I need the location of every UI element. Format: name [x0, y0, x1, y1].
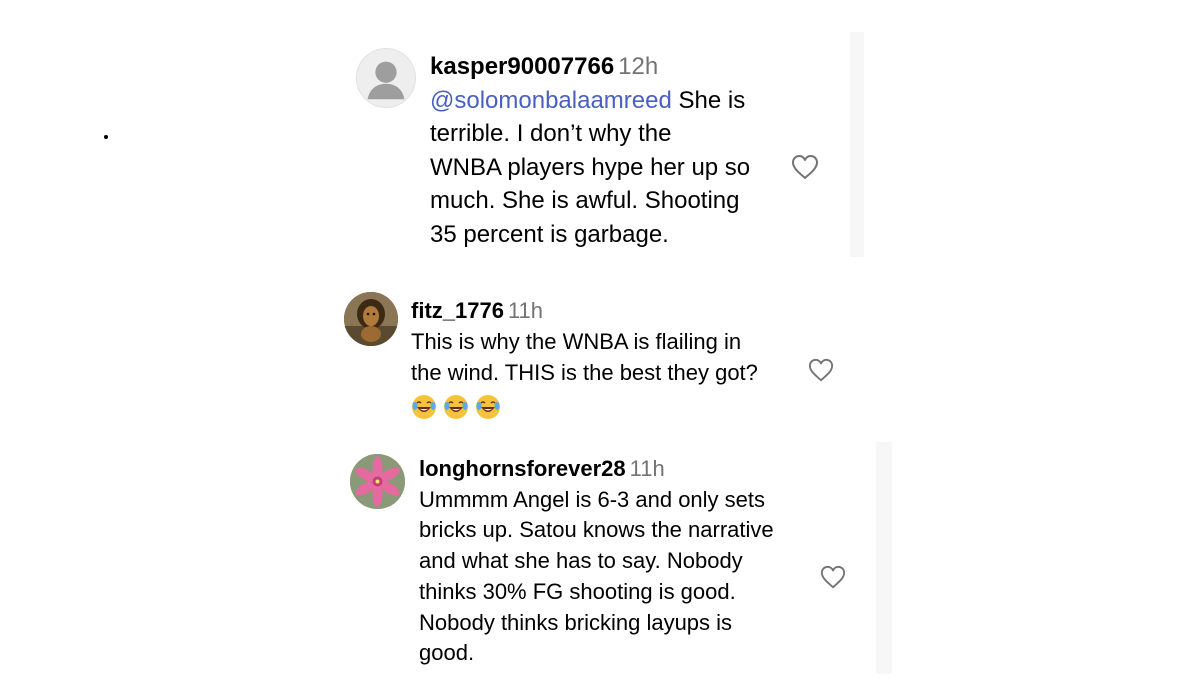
emoji-row	[411, 394, 758, 420]
comment-text-line: bricks up. Satou knows the narrative	[419, 517, 774, 543]
like-heart-icon[interactable]	[790, 153, 820, 181]
comment-text-line: and what she has to say. Nobody	[419, 548, 743, 574]
comment-text-line: good.	[419, 640, 475, 666]
comment-text-line: @solomonbalaamreed She is	[430, 84, 750, 118]
comment-text-line: WNBA players hype her up so	[430, 153, 751, 181]
like-heart-icon[interactable]	[819, 564, 847, 590]
avatar-pink-flower-icon[interactable]	[350, 454, 405, 509]
comment-text-line: 35 percent is garbage.	[430, 220, 669, 248]
comment-username[interactable]: kasper90007766	[430, 53, 614, 80]
mention-link[interactable]: @solomonbalaamreed	[430, 87, 672, 114]
comment-text-line: This is why the WNBA is flailing in	[411, 329, 742, 354]
comment-1-body: kasper90007766 12h @solomonbalaamreed She…	[430, 50, 750, 251]
face-with-tears-of-joy-icon	[411, 394, 437, 420]
comment-timestamp: 11h	[507, 298, 544, 323]
face-with-tears-of-joy-icon	[475, 394, 501, 420]
comment-2-header: fitz_1776 11h	[411, 295, 758, 326]
comment-3-header: longhornsforever28 11h	[419, 454, 774, 485]
comment-3: longhornsforever28 11h Ummmm Angel is 6-3…	[0, 440, 1200, 700]
comment-text-line: Ummmm Angel is 6-3 and only sets	[419, 486, 766, 512]
comment-1: kasper90007766 12h @solomonbalaamreed She…	[0, 0, 1200, 260]
comment-text-line: thinks 30% FG shooting is good.	[419, 578, 736, 604]
comment-text-line: much. She is awful. Shooting	[430, 187, 740, 214]
comment-username[interactable]: fitz_1776	[411, 298, 504, 323]
comment-2-body: fitz_1776 11h This is why the WNBA is fla…	[411, 295, 758, 420]
face-with-tears-of-joy-icon	[443, 394, 469, 420]
comment-text-line: Nobody thinks bricking layups is	[419, 609, 733, 635]
comment-username[interactable]: longhornsforever28	[419, 456, 626, 481]
comment-3-body: longhornsforever28 11h Ummmm Angel is 6-3…	[419, 454, 774, 669]
comment-text-after-mention: She is	[671, 86, 746, 114]
comment-1-header: kasper90007766 12h	[430, 50, 750, 84]
comment-timestamp: 11h	[629, 456, 665, 481]
like-heart-icon[interactable]	[807, 357, 835, 383]
avatar-lion-icon[interactable]	[344, 292, 398, 346]
comment-text-line: the wind. THIS is the best they got?	[411, 360, 758, 385]
comment-2: fitz_1776 11h This is why the WNBA is fla…	[0, 270, 1200, 430]
avatar-default-user-icon[interactable]	[356, 48, 416, 108]
comment-timestamp: 12h	[618, 53, 659, 80]
comment-text-line: terrible. I don’t why the	[430, 120, 672, 147]
